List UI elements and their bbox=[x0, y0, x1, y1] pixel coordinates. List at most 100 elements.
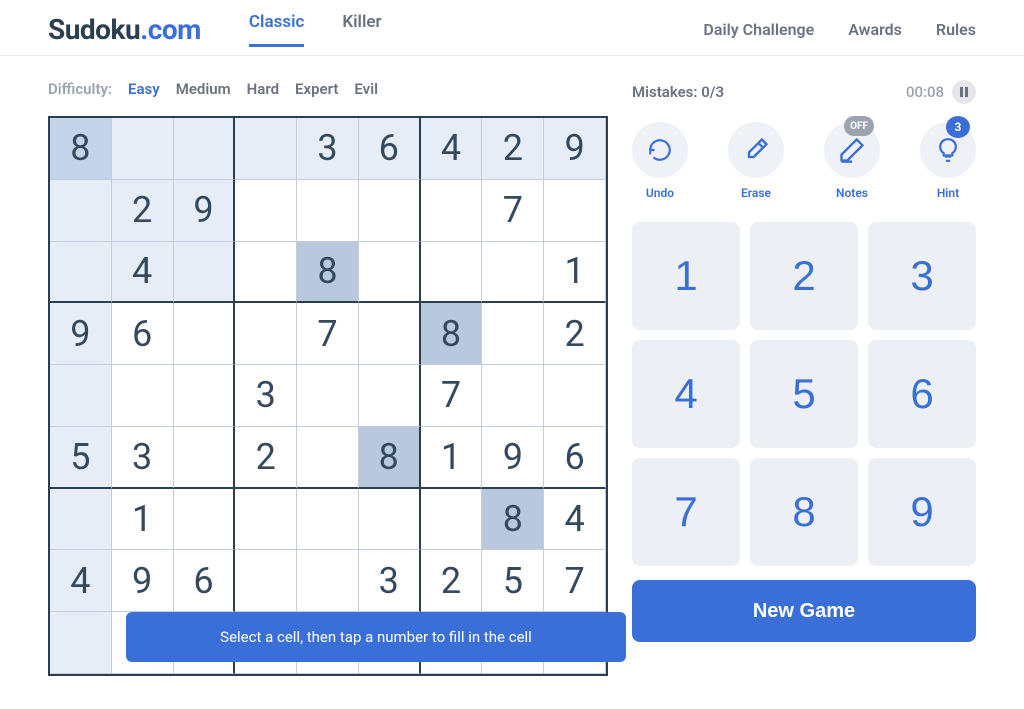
cell-0-0[interactable]: 8 bbox=[50, 118, 112, 180]
cell-4-0[interactable] bbox=[50, 365, 112, 427]
hint-button[interactable]: 3 Hint bbox=[920, 122, 976, 200]
cell-0-5[interactable]: 6 bbox=[359, 118, 421, 180]
cell-5-2[interactable] bbox=[174, 427, 236, 489]
cell-3-7[interactable] bbox=[482, 303, 544, 365]
cell-0-6[interactable]: 4 bbox=[421, 118, 483, 180]
cell-7-1[interactable]: 9 bbox=[112, 550, 174, 612]
cell-1-2[interactable]: 9 bbox=[174, 180, 236, 242]
cell-7-4[interactable] bbox=[297, 550, 359, 612]
cell-0-4[interactable]: 3 bbox=[297, 118, 359, 180]
cell-2-0[interactable] bbox=[50, 242, 112, 304]
cell-6-8[interactable]: 4 bbox=[544, 489, 606, 551]
cell-3-2[interactable] bbox=[174, 303, 236, 365]
numpad-2[interactable]: 2 bbox=[750, 222, 858, 330]
cell-1-4[interactable] bbox=[297, 180, 359, 242]
cell-5-4[interactable] bbox=[297, 427, 359, 489]
cell-6-7[interactable]: 8 bbox=[482, 489, 544, 551]
cell-1-5[interactable] bbox=[359, 180, 421, 242]
cell-7-3[interactable] bbox=[235, 550, 297, 612]
cell-3-4[interactable]: 7 bbox=[297, 303, 359, 365]
cell-4-6[interactable]: 7 bbox=[421, 365, 483, 427]
cell-5-0[interactable]: 5 bbox=[50, 427, 112, 489]
cell-1-8[interactable] bbox=[544, 180, 606, 242]
cell-0-3[interactable] bbox=[235, 118, 297, 180]
cell-6-4[interactable] bbox=[297, 489, 359, 551]
cell-0-7[interactable]: 2 bbox=[482, 118, 544, 180]
numpad-6[interactable]: 6 bbox=[868, 340, 976, 448]
cell-0-8[interactable]: 9 bbox=[544, 118, 606, 180]
cell-7-8[interactable]: 7 bbox=[544, 550, 606, 612]
undo-button[interactable]: Undo bbox=[632, 122, 688, 200]
cell-3-1[interactable]: 6 bbox=[112, 303, 174, 365]
difficulty-medium[interactable]: Medium bbox=[176, 80, 231, 98]
cell-7-5[interactable]: 3 bbox=[359, 550, 421, 612]
cell-5-7[interactable]: 9 bbox=[482, 427, 544, 489]
difficulty-hard[interactable]: Hard bbox=[247, 80, 279, 98]
cell-6-3[interactable] bbox=[235, 489, 297, 551]
cell-3-0[interactable]: 9 bbox=[50, 303, 112, 365]
cell-7-0[interactable]: 4 bbox=[50, 550, 112, 612]
cell-4-3[interactable]: 3 bbox=[235, 365, 297, 427]
logo[interactable]: Sudoku.com bbox=[48, 13, 201, 46]
cell-4-8[interactable] bbox=[544, 365, 606, 427]
cell-4-1[interactable] bbox=[112, 365, 174, 427]
cell-2-1[interactable]: 4 bbox=[112, 242, 174, 304]
cell-3-3[interactable] bbox=[235, 303, 297, 365]
cell-7-2[interactable]: 6 bbox=[174, 550, 236, 612]
nav-link-daily-challenge[interactable]: Daily Challenge bbox=[703, 20, 814, 39]
cell-1-0[interactable] bbox=[50, 180, 112, 242]
cell-6-2[interactable] bbox=[174, 489, 236, 551]
cell-2-8[interactable]: 1 bbox=[544, 242, 606, 304]
cell-4-5[interactable] bbox=[359, 365, 421, 427]
pause-button[interactable] bbox=[952, 80, 976, 104]
cell-2-4[interactable]: 8 bbox=[297, 242, 359, 304]
nav-link-rules[interactable]: Rules bbox=[936, 20, 976, 39]
cell-7-7[interactable]: 5 bbox=[482, 550, 544, 612]
cell-2-5[interactable] bbox=[359, 242, 421, 304]
cell-2-6[interactable] bbox=[421, 242, 483, 304]
numpad-9[interactable]: 9 bbox=[868, 458, 976, 566]
nav-tab-classic[interactable]: Classic bbox=[249, 12, 304, 47]
new-game-button[interactable]: New Game bbox=[632, 580, 976, 642]
cell-1-1[interactable]: 2 bbox=[112, 180, 174, 242]
difficulty-evil[interactable]: Evil bbox=[354, 80, 378, 98]
cell-6-0[interactable] bbox=[50, 489, 112, 551]
sudoku-board[interactable]: 752369448169182357328769184792924638 Sel… bbox=[48, 116, 608, 676]
cell-4-2[interactable] bbox=[174, 365, 236, 427]
nav-tab-killer[interactable]: Killer bbox=[342, 12, 381, 47]
cell-5-6[interactable]: 1 bbox=[421, 427, 483, 489]
cell-5-8[interactable]: 6 bbox=[544, 427, 606, 489]
cell-0-1[interactable] bbox=[112, 118, 174, 180]
difficulty-easy[interactable]: Easy bbox=[128, 80, 160, 98]
numpad-7[interactable]: 7 bbox=[632, 458, 740, 566]
cell-6-5[interactable] bbox=[359, 489, 421, 551]
cell-3-6[interactable]: 8 bbox=[421, 303, 483, 365]
nav-link-awards[interactable]: Awards bbox=[848, 20, 902, 39]
numpad-5[interactable]: 5 bbox=[750, 340, 858, 448]
erase-button[interactable]: Erase bbox=[728, 122, 784, 200]
numpad-3[interactable]: 3 bbox=[868, 222, 976, 330]
cell-7-6[interactable]: 2 bbox=[421, 550, 483, 612]
cell-2-7[interactable] bbox=[482, 242, 544, 304]
cell-1-3[interactable] bbox=[235, 180, 297, 242]
cell-3-8[interactable]: 2 bbox=[544, 303, 606, 365]
cell-5-5[interactable]: 8 bbox=[359, 427, 421, 489]
cell-4-7[interactable] bbox=[482, 365, 544, 427]
cell-8-0[interactable] bbox=[50, 612, 112, 674]
cell-6-6[interactable] bbox=[421, 489, 483, 551]
cell-6-1[interactable]: 1 bbox=[112, 489, 174, 551]
cell-0-2[interactable] bbox=[174, 118, 236, 180]
cell-5-1[interactable]: 3 bbox=[112, 427, 174, 489]
cell-4-4[interactable] bbox=[297, 365, 359, 427]
numpad-1[interactable]: 1 bbox=[632, 222, 740, 330]
cell-1-7[interactable]: 7 bbox=[482, 180, 544, 242]
cell-2-2[interactable] bbox=[174, 242, 236, 304]
cell-1-6[interactable] bbox=[421, 180, 483, 242]
notes-button[interactable]: OFF Notes bbox=[824, 122, 880, 200]
cell-2-3[interactable] bbox=[235, 242, 297, 304]
numpad-8[interactable]: 8 bbox=[750, 458, 858, 566]
cell-5-3[interactable]: 2 bbox=[235, 427, 297, 489]
cell-3-5[interactable] bbox=[359, 303, 421, 365]
numpad-4[interactable]: 4 bbox=[632, 340, 740, 448]
difficulty-expert[interactable]: Expert bbox=[295, 80, 338, 98]
